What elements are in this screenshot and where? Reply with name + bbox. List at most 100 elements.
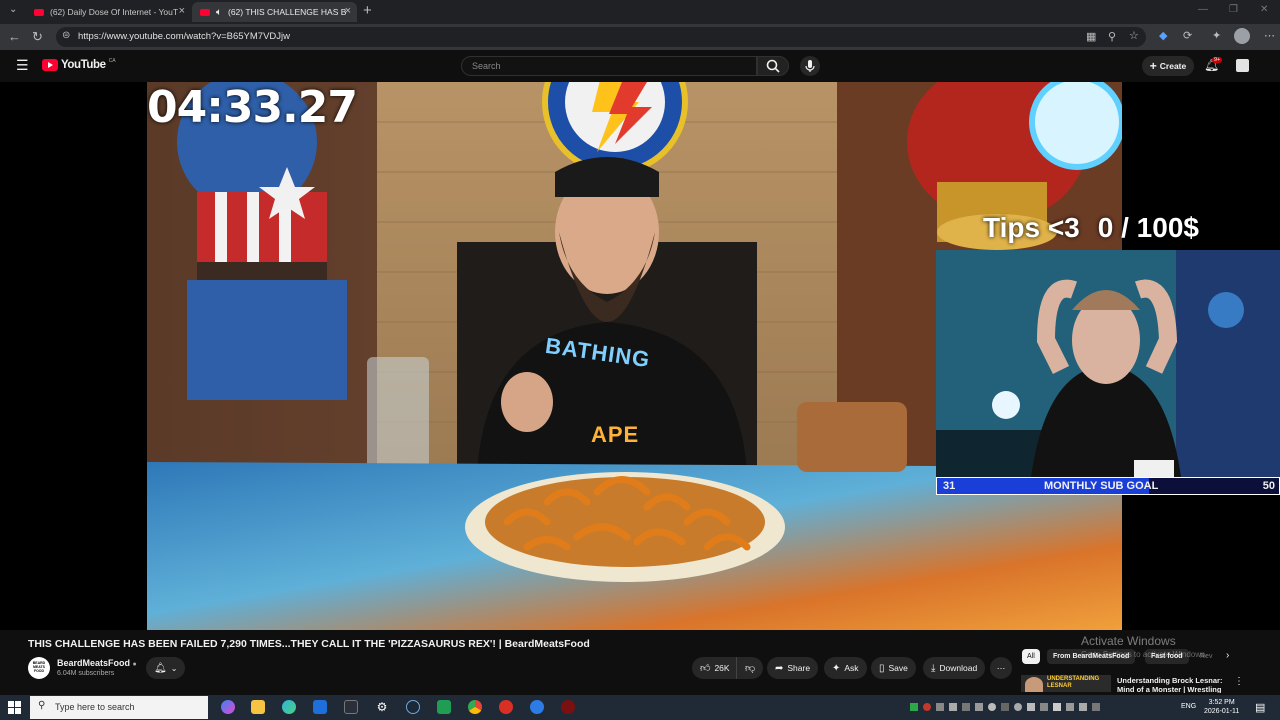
verified-icon: ● xyxy=(132,661,137,668)
youtube-header: ☰ YouTube CA Search + Create 🔔︎ 9+ xyxy=(0,50,1280,82)
refresh-extension-icon[interactable]: ⟳ xyxy=(1183,29,1192,42)
reload-icon[interactable]: ↻ xyxy=(32,29,43,45)
tips-label: Tips <3 xyxy=(983,212,1080,243)
url-field[interactable]: ⊜ https://www.youtube.com/watch?v=B65YM7… xyxy=(56,27,1146,47)
thumbs-up-icon: 👍︎ xyxy=(700,663,711,674)
app-icon-dark[interactable] xyxy=(344,700,358,714)
app-icon-blue-2[interactable] xyxy=(530,700,544,714)
more-menu-icon[interactable]: ⋯ xyxy=(1264,29,1275,42)
video-info: THIS CHALLENGE HAS BEEN FAILED 7,290 TIM… xyxy=(0,630,1280,693)
app-icon-blue[interactable] xyxy=(313,700,327,714)
search-icon: ⚲ xyxy=(38,700,46,711)
dislike-button[interactable]: 👎︎ xyxy=(736,657,764,679)
voice-search-button[interactable] xyxy=(800,56,820,76)
sub-goal-label: MONTHLY SUB GOAL xyxy=(1044,480,1159,492)
favorite-star-icon[interactable]: ☆ xyxy=(1129,29,1139,42)
puzzle-icon[interactable]: ✦ xyxy=(1212,29,1221,42)
recommended-menu-icon[interactable]: ⋮ xyxy=(1234,676,1244,687)
chrome-icon[interactable] xyxy=(468,700,482,714)
system-tray-icons[interactable] xyxy=(910,703,1100,711)
copilot-icon[interactable] xyxy=(221,700,235,714)
ask-button[interactable]: ✦ Ask xyxy=(824,657,867,679)
clock[interactable]: 3:52 PM 2026-01-11 xyxy=(1204,698,1239,716)
windows-start-icon[interactable] xyxy=(8,701,22,715)
restore-icon[interactable]: ❐ xyxy=(1229,4,1238,15)
webcam-scene xyxy=(936,250,1280,477)
app-icon-red[interactable] xyxy=(499,700,513,714)
edge-icon[interactable] xyxy=(282,700,296,714)
chevron-down-icon: ⌄ xyxy=(170,663,178,673)
video-player[interactable]: BATHING APE 04:33.27 Tips <3 0 / 100$ 31… xyxy=(0,82,1280,630)
share-icon: ➦ xyxy=(775,662,784,674)
minimize-icon[interactable]: — xyxy=(1198,4,1208,15)
thumbnail-face xyxy=(1025,677,1043,692)
new-tab-icon[interactable]: + xyxy=(363,2,372,19)
extension-icon[interactable]: ◆ xyxy=(1159,29,1167,42)
search-input[interactable]: Search xyxy=(461,56,757,76)
subscriber-count: 6.04M subscribers xyxy=(57,670,115,677)
url-text: https://www.youtube.com/watch?v=B65YM7VD… xyxy=(78,31,290,42)
subscribed-button[interactable]: 🔔︎ ⌄ xyxy=(146,657,186,679)
chips-next-icon[interactable]: › xyxy=(1226,650,1229,661)
save-button[interactable]: ▯ Save xyxy=(871,657,916,679)
logo-text: YouTube xyxy=(61,59,106,71)
zoom-icon[interactable]: ⚲ xyxy=(1108,30,1116,43)
channel-avatar[interactable]: BEARD MEATS FOOD xyxy=(28,657,50,679)
close-tab-icon[interactable]: × xyxy=(179,5,185,17)
recommended-thumbnail[interactable]: UNDERSTANDING LESNAR xyxy=(1021,675,1111,692)
taskbar-search-input[interactable]: ⚲ Type here to search xyxy=(30,696,208,719)
taskbar-search-placeholder: Type here to search xyxy=(55,702,135,712)
activate-windows-subtitle: Go to Settings to activate Windows. xyxy=(1081,650,1208,659)
microphone-icon xyxy=(805,60,815,72)
sparkle-icon: ✦ xyxy=(832,662,841,674)
sub-goal-bar: 31 MONTHLY SUB GOAL 50 xyxy=(936,477,1280,495)
create-button[interactable]: + Create xyxy=(1142,56,1194,76)
profile-avatar[interactable] xyxy=(1234,28,1250,44)
notification-badge: 9+ xyxy=(1212,57,1223,63)
more-actions-button[interactable]: ⋯ xyxy=(990,657,1012,679)
tips-overlay: Tips <3 0 / 100$ xyxy=(983,212,1199,244)
search-placeholder: Search xyxy=(472,61,501,71)
chip-all[interactable]: All xyxy=(1022,649,1040,664)
webcam-overlay xyxy=(936,250,1280,477)
tab-list-chevron-icon[interactable]: ⌄ xyxy=(9,4,17,15)
clock-date: 2026-01-11 xyxy=(1204,708,1240,715)
site-info-icon[interactable]: ⊜ xyxy=(62,30,70,41)
browser-tab-strip: ⌄ (62) Daily Dose Of Internet - YouT × 🔈… xyxy=(0,0,1280,24)
share-button[interactable]: ➦ Share xyxy=(767,657,819,679)
tab-daily-dose[interactable]: (62) Daily Dose Of Internet - YouT × xyxy=(26,2,191,22)
sub-goal-target: 50 xyxy=(1262,480,1275,492)
reader-icon[interactable]: ▦ xyxy=(1086,30,1096,43)
recommended-title[interactable]: Understanding Brock Lesnar: Mind of a Mo… xyxy=(1117,676,1227,693)
close-tab-icon[interactable]: × xyxy=(345,5,351,17)
more-icon: ⋯ xyxy=(996,662,1006,673)
account-avatar[interactable] xyxy=(1236,59,1249,72)
thumbs-down-icon: 👎︎ xyxy=(745,663,756,674)
tab-title: (62) Daily Dose Of Internet - YouT xyxy=(50,7,179,17)
back-icon[interactable]: ← xyxy=(8,29,21,44)
notification-center-icon[interactable]: ▤ xyxy=(1255,701,1265,714)
file-explorer-icon[interactable] xyxy=(251,700,265,714)
spreadsheet-icon[interactable] xyxy=(437,700,451,714)
bell-icon: 🔔︎ xyxy=(154,662,167,674)
video-title: THIS CHALLENGE HAS BEEN FAILED 7,290 TIM… xyxy=(28,638,590,650)
steam-icon[interactable] xyxy=(406,700,420,714)
youtube-logo[interactable]: YouTube CA xyxy=(42,58,116,71)
channel-name[interactable]: BeardMeatsFood ● xyxy=(57,658,137,668)
close-window-icon[interactable]: ✕ xyxy=(1260,4,1268,15)
menu-icon[interactable]: ☰ xyxy=(16,57,29,74)
search-button[interactable] xyxy=(757,56,789,76)
avatar-text: BEARD MEATS FOOD xyxy=(32,661,46,673)
like-count: 26K xyxy=(714,663,730,673)
tips-goal: 0 / 100$ xyxy=(1097,212,1199,243)
thumbnail-text: UNDERSTANDING LESNAR xyxy=(1047,676,1100,689)
tab-current-video[interactable]: 🔈︎ (62) THIS CHALLENGE HAS B × xyxy=(192,2,357,22)
settings-gear-icon[interactable]: ⚙ xyxy=(375,700,389,714)
app-icon-red-dark[interactable] xyxy=(561,700,575,714)
create-label: Create xyxy=(1159,61,1187,71)
download-button[interactable]: ⤓ Download xyxy=(923,657,986,679)
plus-icon: + xyxy=(1149,59,1157,73)
like-button[interactable]: 👍︎ 26K xyxy=(692,657,738,679)
language-indicator[interactable]: ENG xyxy=(1181,703,1196,710)
speaker-icon[interactable]: 🔈︎ xyxy=(216,7,222,18)
